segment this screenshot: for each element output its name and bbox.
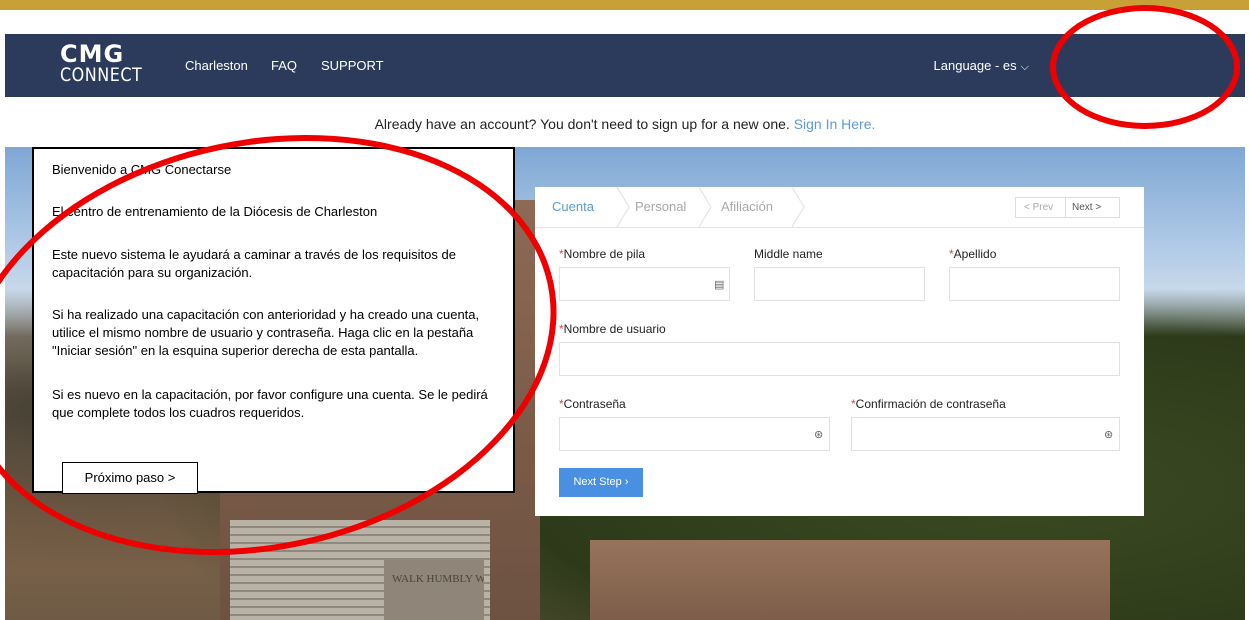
last-name-label: *Apellido — [949, 247, 996, 261]
welcome-para-2: Este nuevo sistema le ayudará a caminar … — [52, 247, 456, 280]
password-label: *Contraseña — [559, 397, 626, 411]
language-label: Language - es — [933, 58, 1017, 73]
logo-line1: CMG — [60, 40, 125, 68]
signin-notice-bar: Already have an account? You don't need … — [5, 97, 1245, 147]
pager-prev-button[interactable]: < Prev — [1024, 202, 1053, 213]
password-label-text: Contraseña — [563, 397, 626, 411]
username-label: *Nombre de usuario — [559, 322, 666, 336]
username-field[interactable] — [559, 342, 1120, 376]
tab-afiliacion[interactable]: Afiliación — [721, 199, 773, 214]
welcome-dialog: Bienvenido a CMG Conectarse El centro de… — [32, 147, 515, 493]
first-name-label-text: Nombre de pila — [563, 247, 646, 261]
welcome-title: Bienvenido a CMG Conectarse — [52, 162, 232, 177]
tab-divider-icon — [698, 187, 712, 227]
logo-line2: CONNECT — [60, 63, 143, 86]
password-confirm-label-text: Confirmación de contraseña — [855, 397, 1006, 411]
password-reveal-icon[interactable]: ⊛ — [1104, 428, 1113, 441]
first-name-field[interactable]: ▤ — [559, 267, 730, 301]
password-confirm-field[interactable]: ⊛ — [851, 417, 1120, 451]
chevron-down-icon: ⌵ — [1020, 61, 1029, 73]
stone-sign-text: WALK HUMBLY WITH YOUR GOD — [392, 573, 484, 585]
top-navbar: CMG CONNECT Charleston FAQ SUPPORT Langu… — [5, 34, 1245, 97]
next-step-dialog-button[interactable]: Próximo paso > — [62, 462, 198, 494]
pager-next-button[interactable]: Next > — [1072, 202, 1101, 213]
welcome-para-1: El centro de entrenamiento de la Diócesi… — [52, 204, 378, 219]
first-name-label: *Nombre de pila — [559, 247, 645, 261]
step-pager: < Prev Next > — [1015, 197, 1120, 218]
pager-divider — [1065, 198, 1066, 217]
password-confirm-label: *Confirmación de contraseña — [851, 397, 1006, 411]
middle-name-label: Middle name — [754, 247, 823, 261]
username-label-text: Nombre de usuario — [563, 322, 666, 336]
welcome-para-4: Si es nuevo en la capacitación, por favo… — [52, 387, 488, 420]
contact-card-icon: ▤ — [714, 279, 725, 291]
sign-in-link[interactable]: Sign In Here. — [794, 116, 876, 132]
password-field[interactable]: ⊛ — [559, 417, 830, 451]
last-name-field[interactable] — [949, 267, 1120, 301]
tab-personal[interactable]: Personal — [635, 199, 686, 214]
tab-cuenta[interactable]: Cuenta — [552, 199, 594, 214]
password-reveal-icon[interactable]: ⊛ — [814, 428, 823, 441]
middle-name-field[interactable] — [754, 267, 925, 301]
form-step-tabs: Cuenta Personal Afiliación < Prev Next > — [535, 187, 1144, 228]
brick-wall-image — [590, 540, 1110, 620]
tab-divider-icon — [791, 187, 805, 227]
top-gold-line — [0, 0, 1249, 10]
nav-link-support[interactable]: SUPPORT — [321, 58, 384, 73]
signup-form-card: Cuenta Personal Afiliación < Prev Next >… — [535, 187, 1144, 516]
welcome-para-3: Si ha realizado una capacitación con ant… — [52, 307, 480, 358]
signin-notice-text: Already have an account? You don't need … — [374, 116, 790, 132]
language-dropdown[interactable]: Language - es ⌵ — [934, 58, 1029, 74]
next-step-button[interactable]: Next Step › — [559, 468, 643, 497]
stone-sign-image: WALK HUMBLY WITH YOUR GOD — [384, 560, 484, 620]
last-name-label-text: Apellido — [953, 247, 997, 261]
tab-divider-icon — [616, 187, 630, 227]
cmg-connect-logo[interactable]: CMG CONNECT — [60, 40, 143, 86]
nav-link-charleston[interactable]: Charleston — [185, 58, 248, 73]
nav-link-faq[interactable]: FAQ — [271, 58, 297, 73]
